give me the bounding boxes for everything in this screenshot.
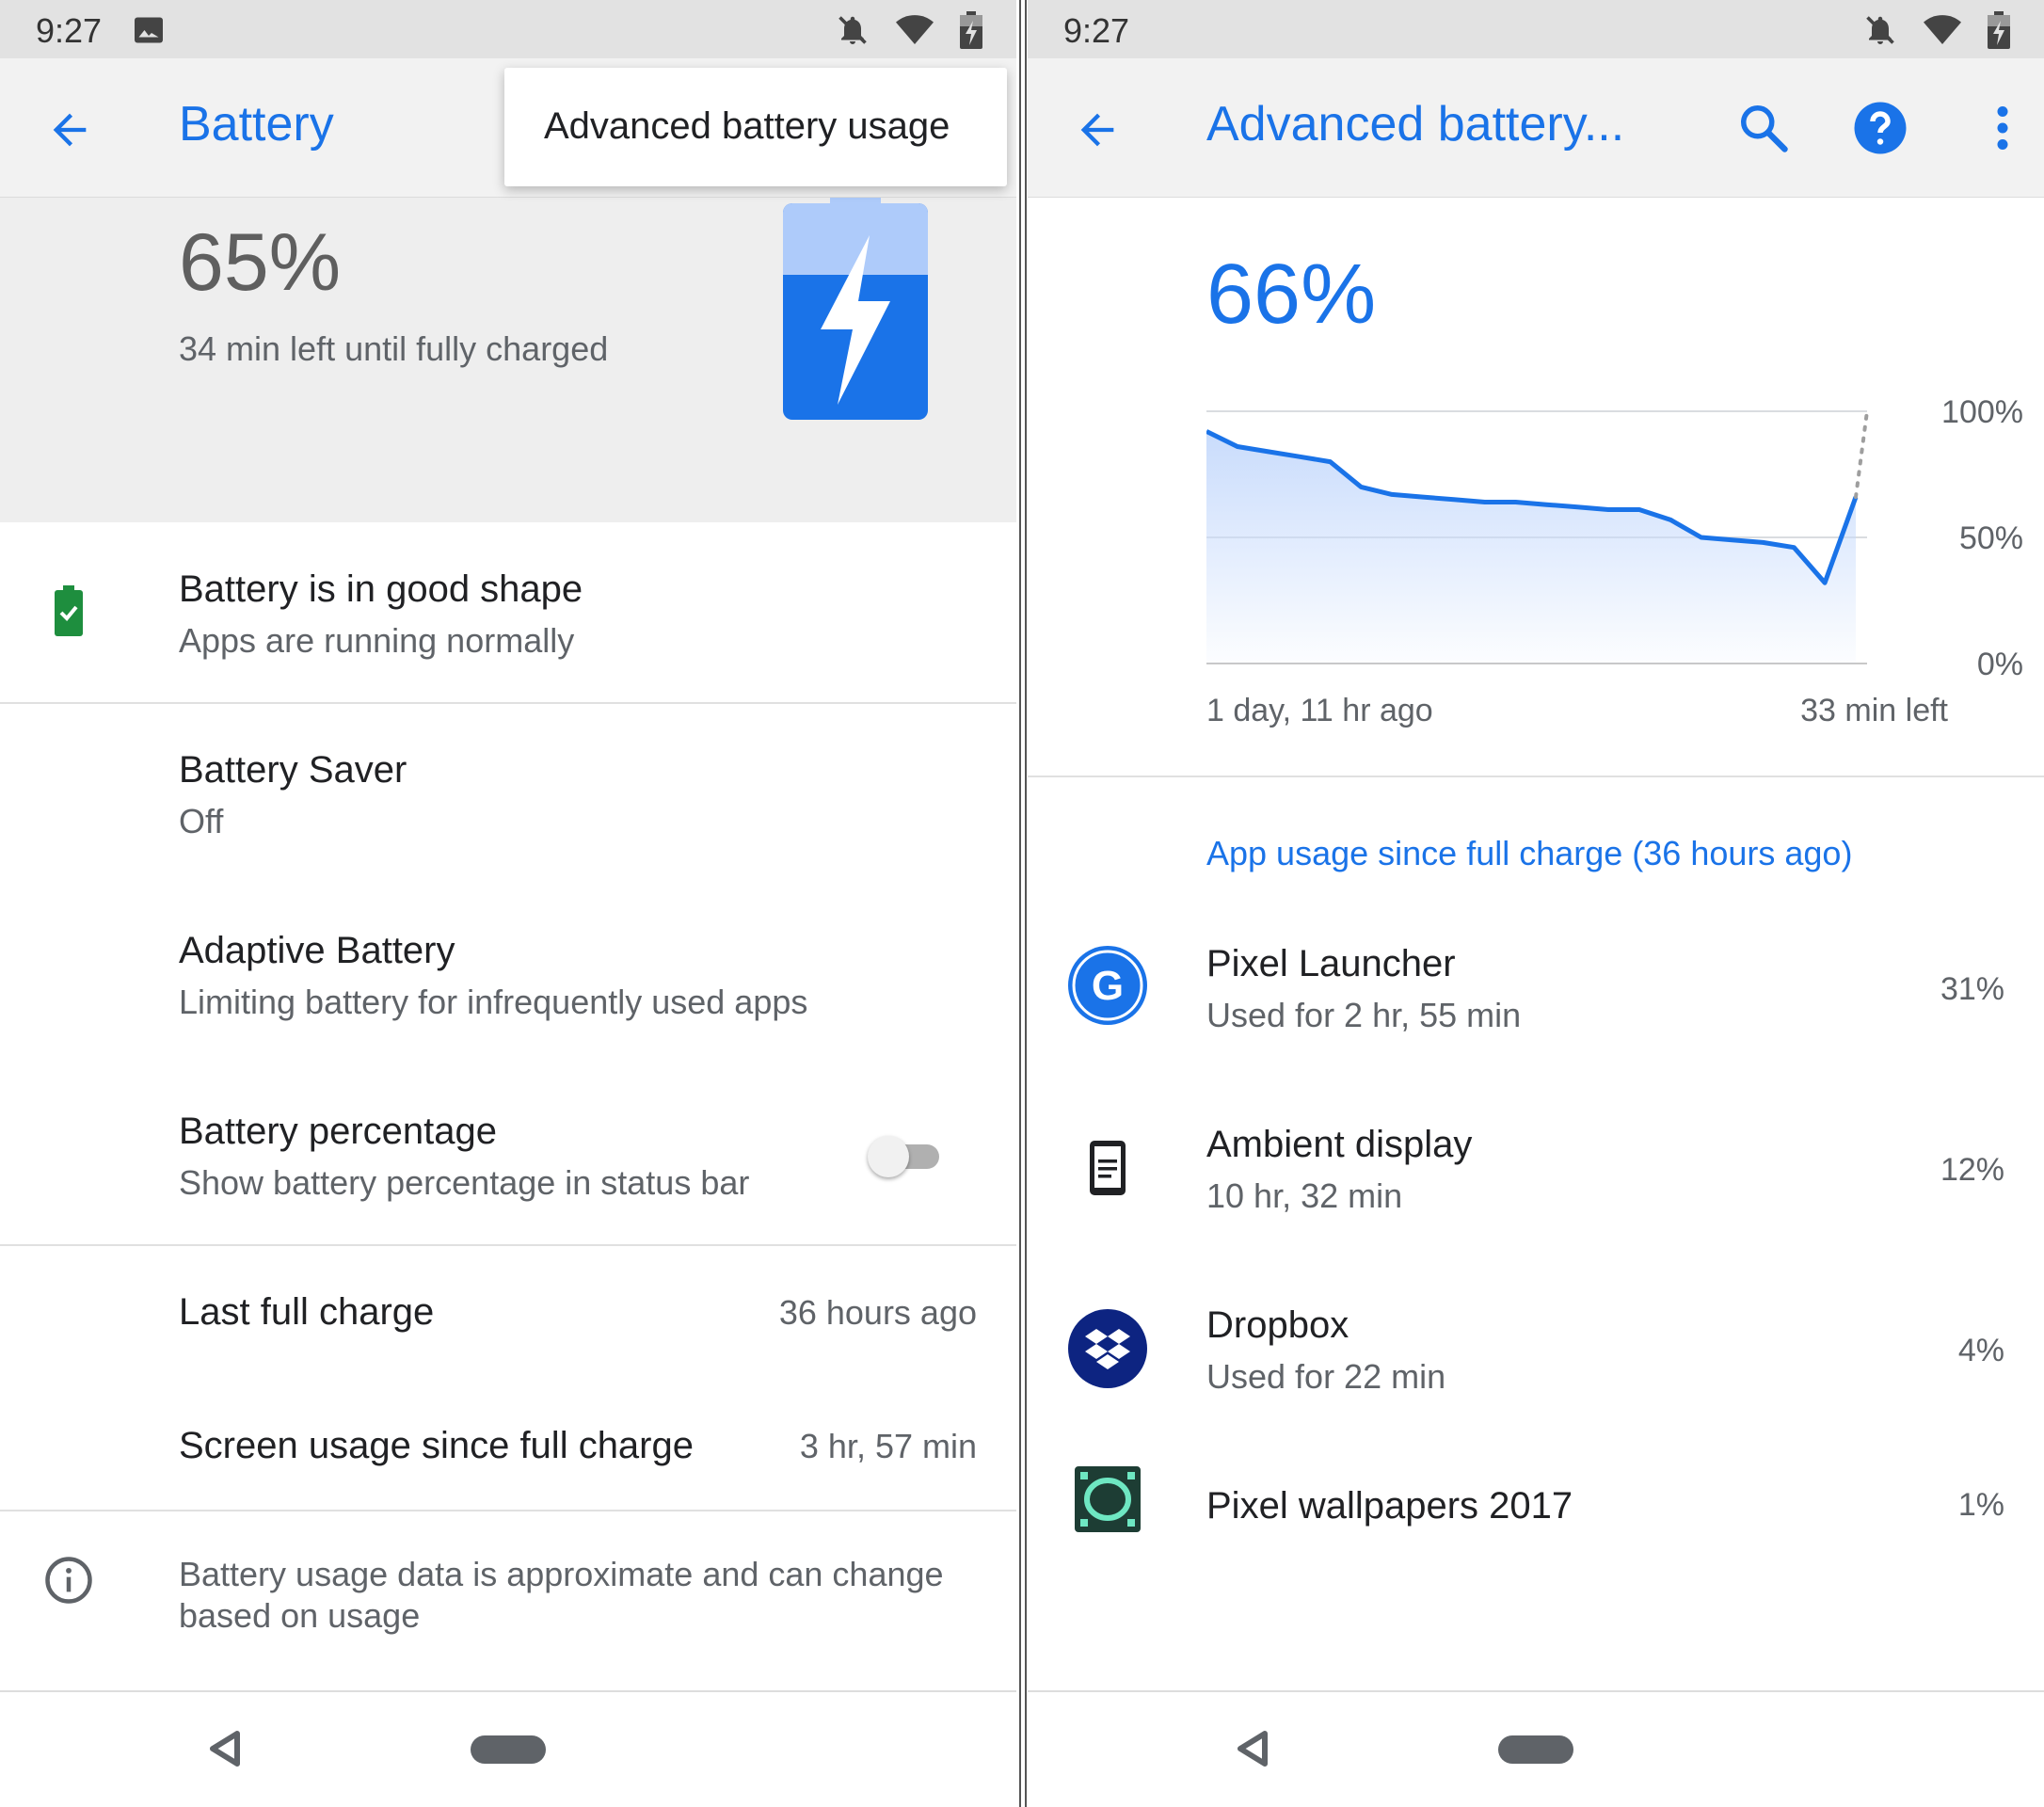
menu-item-advanced-battery-usage[interactable]: Advanced battery usage <box>544 105 950 148</box>
chart-y-tick-label: 100% <box>1941 395 2023 430</box>
more-options-icon[interactable] <box>1974 100 2031 156</box>
battery-percentage-toggle[interactable] <box>868 1129 947 1180</box>
nav-home-pill[interactable] <box>471 1735 546 1764</box>
app-usage-detail: 10 hr, 32 min <box>1206 1176 1403 1215</box>
app-name: Pixel wallpapers 2017 <box>1206 1485 1573 1527</box>
battery-settings-screen: 9:27 Battery 65% 34 min left until fully… <box>0 0 1016 1807</box>
app-usage-percent: 4% <box>1957 1333 2004 1368</box>
page-title: Advanced battery... <box>1206 97 1625 152</box>
battery-percent: 65% <box>179 217 342 308</box>
battery-status-subtitle: Apps are running normally <box>179 621 575 660</box>
divider <box>1028 776 2044 777</box>
battery-percentage-subtitle: Show battery percentage in status bar <box>179 1163 750 1202</box>
nav-home-pill[interactable] <box>1498 1735 1573 1764</box>
nav-back-icon[interactable] <box>1237 1730 1269 1767</box>
page-title: Battery <box>179 97 334 152</box>
advanced-battery-screen: 9:27 Advanced battery... 66% 100% 50% 0%… <box>1028 0 2044 1807</box>
battery-percent: 66% <box>1206 248 1377 342</box>
chart-y-tick-label: 50% <box>1959 520 2023 556</box>
navigation-bar <box>1028 1690 2044 1807</box>
last-full-charge-label: Last full charge <box>179 1291 435 1333</box>
dropbox-icon <box>1068 1309 1147 1388</box>
charge-time-remaining: 34 min left until fully charged <box>179 329 609 368</box>
battery-charging-icon <box>1988 11 2010 49</box>
app-usage-section-title: App usage since full charge (36 hours ag… <box>1206 834 1853 872</box>
adaptive-battery-subtitle: Limiting battery for infrequently used a… <box>179 983 808 1021</box>
chart-x-start-label: 1 day, 11 hr ago <box>1206 693 1433 728</box>
screen-usage-value: 3 hr, 57 min <box>799 1427 977 1465</box>
divider <box>0 1510 1016 1511</box>
status-bar: 9:27 <box>0 0 1016 58</box>
battery-saver-title: Battery Saver <box>179 749 407 791</box>
chart-y-tick-label: 0% <box>1977 647 2023 678</box>
status-bar: 9:27 <box>1028 0 2044 58</box>
battery-projection-line <box>1854 409 1869 500</box>
search-icon[interactable] <box>1735 100 1792 156</box>
phone-screen-icon <box>1090 1141 1126 1195</box>
divider <box>0 702 1016 704</box>
divider-line <box>1025 0 1027 1807</box>
battery-area-fill <box>1206 431 1856 664</box>
chart-x-end-label: 33 min left <box>1800 693 1948 728</box>
last-full-charge-value: 36 hours ago <box>778 1293 977 1332</box>
notifications-off-icon <box>838 16 867 44</box>
app-name: Ambient display <box>1206 1124 1473 1165</box>
battery-saver-state: Off <box>179 802 224 840</box>
info-text-line2: based on usage <box>179 1596 421 1635</box>
google-g-icon: G <box>1068 946 1147 1025</box>
large-battery-charging-icon <box>783 198 928 420</box>
battery-percentage-title: Battery percentage <box>179 1111 497 1152</box>
battery-hero: 65% 34 min left until fully charged <box>0 198 1016 522</box>
screen-usage-label: Screen usage since full charge <box>179 1425 694 1466</box>
battery-good-icon <box>55 585 83 636</box>
nav-back-icon[interactable] <box>209 1730 241 1767</box>
battery-status-title: Battery is in good shape <box>179 568 583 610</box>
app-bar: Advanced battery... <box>1028 58 2044 198</box>
toggle-thumb <box>868 1136 909 1177</box>
status-time: 9:27 <box>36 11 103 50</box>
wifi-icon <box>1924 15 1961 44</box>
app-usage-detail: Used for 22 min <box>1206 1357 1446 1396</box>
help-icon[interactable] <box>1852 100 1908 156</box>
wallpaper-icon <box>1075 1466 1141 1532</box>
navigation-bar <box>0 1690 1016 1807</box>
app-usage-percent: 12% <box>1940 1152 2004 1188</box>
image-notification-icon <box>135 17 163 43</box>
wifi-icon <box>896 15 934 44</box>
back-arrow-icon[interactable] <box>45 105 94 154</box>
battery-charging-icon <box>960 11 982 49</box>
status-time: 9:27 <box>1063 11 1130 50</box>
app-usage-percent: 1% <box>1957 1487 2004 1523</box>
overflow-popup-menu: Advanced battery usage <box>504 68 1007 186</box>
back-arrow-icon[interactable] <box>1073 105 1122 154</box>
divider-line <box>1019 0 1021 1807</box>
adaptive-battery-title: Adaptive Battery <box>179 930 455 971</box>
app-usage-percent: 31% <box>1940 971 2004 1007</box>
app-name: Pixel Launcher <box>1206 943 1456 984</box>
app-name: Dropbox <box>1206 1304 1349 1346</box>
info-text-line1: Battery usage data is approximate and ca… <box>179 1555 944 1593</box>
app-usage-detail: Used for 2 hr, 55 min <box>1206 996 1522 1034</box>
battery-level-chart: 100% 50% 0% <box>1206 395 2023 678</box>
divider <box>0 1244 1016 1246</box>
notifications-off-icon <box>1866 16 1894 44</box>
info-icon <box>45 1557 92 1604</box>
svg-text:G: G <box>1092 963 1124 1009</box>
